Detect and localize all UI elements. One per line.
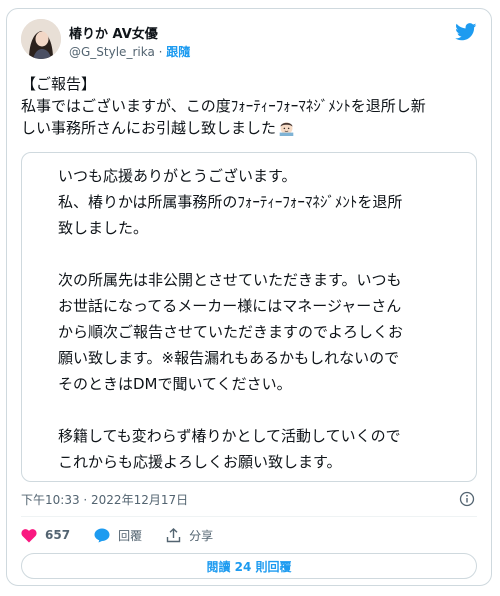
quoted-text-body: いつも応援ありがとうございます。 私、椿りかは所属事務所のﾌｫｰﾃｨｰﾌｫｰﾏﾈ… xyxy=(58,163,458,475)
like-button[interactable]: 657 xyxy=(21,528,70,543)
author-handle-row: @G_Style_rika · 跟隨 xyxy=(69,43,190,60)
quote-line: いつも応援ありがとうございます。 xyxy=(58,167,297,185)
share-label: 分享 xyxy=(189,528,214,543)
tweet-text: 【ご報告】 私事ではございますが、この度ﾌｫｰﾃｨｰﾌｫｰﾏﾈｼﾞﾒﾝﾄを退所し… xyxy=(21,73,477,139)
action-bar: 657 回覆 分享 xyxy=(21,525,237,545)
tweet-line: しい事務所さんにお引越し致しました xyxy=(21,119,277,137)
tweet-line-with-emoji: しい事務所さんにお引越し致しました xyxy=(21,117,477,139)
follow-button[interactable]: 跟隨 xyxy=(166,45,190,59)
quote-line: 願い致します。※報告漏れもあるかもしれないので xyxy=(58,349,400,367)
quote-line: から順次ご報告させていただきますのでよろしくお xyxy=(58,323,404,341)
info-icon[interactable] xyxy=(459,491,475,507)
author-handle[interactable]: @G_Style_rika xyxy=(69,45,155,59)
avatar-image xyxy=(21,19,61,59)
quote-line: 次の所属先は非公開とさせていただきます。いつも xyxy=(58,271,402,289)
quoted-image-text[interactable]: いつも応援ありがとうございます。 私、椿りかは所属事務所のﾌｫｰﾃｨｰﾌｫｰﾏﾈ… xyxy=(21,152,477,482)
quote-line: そのときはDMで聞いてください。 xyxy=(58,375,292,393)
reply-button[interactable]: 回覆 xyxy=(94,527,142,544)
quote-line: お世話になってるメーカー様にはマネージャーさん xyxy=(58,297,402,315)
tweet-timestamp[interactable]: 下午10:33 · 2022年12月17日 xyxy=(21,491,188,508)
twitter-bird-icon[interactable] xyxy=(455,23,477,41)
tweet-line: 【ご報告】 xyxy=(21,75,97,93)
reply-label: 回覆 xyxy=(118,528,143,543)
quote-line: 致しました。 xyxy=(58,219,149,237)
heart-icon xyxy=(21,528,37,542)
reply-bubble-icon xyxy=(94,528,110,542)
person-gesturing-emoji-icon xyxy=(279,122,294,136)
tweet-card: 椿りか AV女優 @G_Style_rika · 跟隨 【ご報告】 私事ではござ… xyxy=(6,8,492,586)
share-icon xyxy=(166,527,181,542)
author-name[interactable]: 椿りか AV女優 xyxy=(69,23,158,42)
divider xyxy=(21,516,477,517)
like-count: 657 xyxy=(45,528,71,542)
quote-line: 移籍しても変わらず椿りかとして活動していくので xyxy=(58,427,401,445)
quote-line: 私、椿りかは所属事務所のﾌｫｰﾃｨｰﾌｫｰﾏﾈｼﾞﾒﾝﾄを退所 xyxy=(58,193,403,211)
read-replies-button[interactable]: 閱讀 24 則回覆 xyxy=(21,553,477,579)
quote-line: これからも応援よろしくお願い致します。 xyxy=(58,453,342,471)
separator-dot: · xyxy=(158,45,163,59)
tweet-line: 私事ではございますが、この度ﾌｫｰﾃｨｰﾌｫｰﾏﾈｼﾞﾒﾝﾄを退所し新 xyxy=(21,97,426,115)
share-button[interactable]: 分享 xyxy=(166,527,213,544)
avatar[interactable] xyxy=(21,19,61,59)
